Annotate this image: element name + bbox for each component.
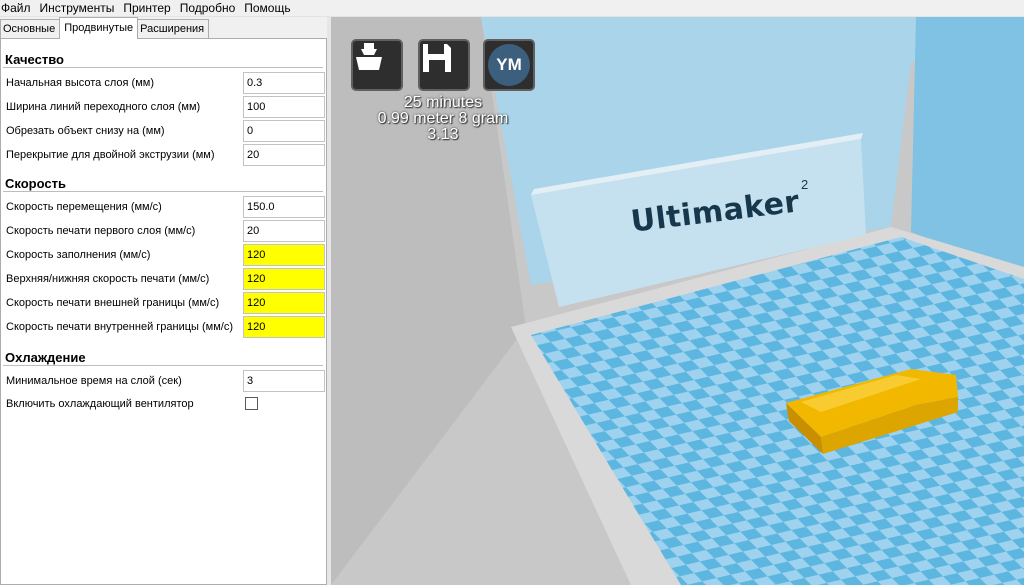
outer-shell-speed-label: Скорость печати внешней границы (мм/с) bbox=[6, 297, 220, 309]
tab-plugins[interactable]: Расширения bbox=[137, 19, 210, 39]
section-divider bbox=[3, 365, 323, 366]
section-title-cooling: Охлаждение bbox=[5, 350, 86, 365]
right-wall bbox=[911, 17, 1024, 277]
print-info: 25 minutes 0.99 meter 8 gram 3.13 bbox=[353, 95, 533, 143]
inner-shell-speed-input[interactable]: 120 bbox=[243, 316, 325, 338]
top-bottom-speed-input[interactable]: 120 bbox=[243, 268, 325, 290]
dual-extrusion-overlap-input[interactable]: 20 bbox=[243, 144, 325, 166]
bottom-layer-speed-input[interactable]: 20 bbox=[243, 220, 325, 242]
section-divider bbox=[3, 191, 323, 192]
settings-panel: Основные Продвинутые Расширения Качество… bbox=[0, 17, 331, 585]
cut-off-bottom-input[interactable]: 0 bbox=[243, 120, 325, 142]
dual-extrusion-overlap-label: Перекрытие для двойной экструзии (мм) bbox=[6, 149, 215, 161]
top-bottom-speed-label: Верхняя/нижняя скорость печати (мм/с) bbox=[6, 273, 210, 285]
cura-window: Файл Инструменты Принтер Подробно Помощь… bbox=[0, 0, 1024, 585]
save-gcode-button[interactable] bbox=[418, 39, 470, 91]
ultimaker-logo-sup: 2 bbox=[801, 177, 809, 192]
youmagine-button[interactable]: YM bbox=[483, 39, 535, 91]
section-title-quality: Качество bbox=[5, 52, 64, 67]
3d-viewport[interactable]: YM 25 minutes 0.99 meter 8 gram 3.13 Ult… bbox=[331, 17, 1024, 585]
menu-expert[interactable]: Подробно bbox=[179, 0, 242, 16]
menu-tools[interactable]: Инструменты bbox=[39, 0, 121, 16]
menu-printer[interactable]: Принтер bbox=[122, 0, 176, 16]
cut-off-bottom-label: Обрезать объект снизу на (мм) bbox=[6, 125, 165, 137]
section-divider bbox=[3, 67, 323, 68]
save-floppy-icon bbox=[423, 44, 451, 72]
inner-shell-speed-label: Скорость печати внутренней границы (мм/с… bbox=[6, 321, 234, 333]
travel-speed-label: Скорость перемещения (мм/с) bbox=[6, 201, 162, 213]
infill-speed-input[interactable]: 120 bbox=[243, 244, 325, 266]
enable-fan-checkbox[interactable] bbox=[245, 397, 258, 410]
initial-layer-width-input[interactable]: 100 bbox=[243, 96, 325, 118]
outer-shell-speed-input[interactable]: 120 bbox=[243, 292, 325, 314]
infill-speed-label: Скорость заполнения (мм/с) bbox=[6, 249, 151, 261]
min-layer-time-label: Минимальное время на слой (сек) bbox=[6, 375, 182, 387]
tab-basic[interactable]: Основные bbox=[0, 19, 61, 39]
tab-advanced[interactable]: Продвинутые bbox=[59, 17, 139, 39]
initial-layer-height-input[interactable]: 0.3 bbox=[243, 72, 325, 94]
menu-bar: Файл Инструменты Принтер Подробно Помощь bbox=[0, 0, 1024, 17]
bottom-layer-speed-label: Скорость печати первого слоя (мм/с) bbox=[6, 225, 196, 237]
initial-layer-height-label: Начальная высота слоя (мм) bbox=[6, 77, 154, 89]
enable-fan-label: Включить охлаждающий вентилятор bbox=[6, 398, 194, 410]
menu-file[interactable]: Файл bbox=[0, 0, 37, 16]
advanced-settings-page: Качество Начальная высота слоя (мм) 0.3 … bbox=[0, 38, 327, 585]
load-model-icon bbox=[356, 43, 382, 70]
print-cost: 3.13 bbox=[427, 126, 459, 143]
youmagine-icon: YM bbox=[488, 44, 530, 86]
menu-help[interactable]: Помощь bbox=[243, 0, 296, 16]
print-time: 25 minutes bbox=[403, 94, 483, 111]
section-title-speed: Скорость bbox=[5, 176, 66, 191]
load-model-button[interactable] bbox=[351, 39, 403, 91]
print-material: 0.99 meter 8 gram bbox=[377, 110, 509, 127]
initial-layer-width-label: Ширина линий переходного слоя (мм) bbox=[6, 101, 201, 113]
settings-tabs: Основные Продвинутые Расширения bbox=[0, 17, 210, 39]
travel-speed-input[interactable]: 150.0 bbox=[243, 196, 325, 218]
min-layer-time-input[interactable]: 3 bbox=[243, 370, 325, 392]
